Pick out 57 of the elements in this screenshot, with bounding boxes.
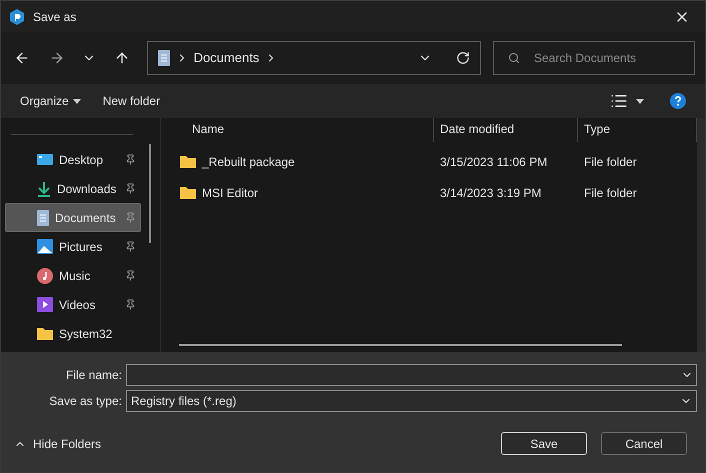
caret-icon <box>72 98 81 104</box>
picture-icon <box>37 239 53 254</box>
column-header[interactable]: Name <box>161 118 434 142</box>
date-cell-text: 3/15/2023 11:06 PM <box>439 154 548 170</box>
column-header[interactable]: Date modified <box>434 118 578 142</box>
view-options-button[interactable] <box>610 92 644 110</box>
sidebar-label: Videos <box>59 296 96 314</box>
folder-icon <box>180 186 196 199</box>
folder-icon <box>180 155 196 168</box>
video-icon <box>37 297 53 312</box>
arrow-left-icon <box>14 50 30 66</box>
type-cell-text: File folder <box>583 154 637 170</box>
save-type-label: Save as type: <box>48 393 122 410</box>
sidebar-item[interactable]: Music <box>5 261 141 290</box>
save-button[interactable]: Save <box>501 432 587 455</box>
monitor-icon <box>37 152 53 166</box>
breadcrumb[interactable]: Documents <box>194 48 260 68</box>
date-cell-text: 3/14/2023 3:19 PM <box>439 184 542 202</box>
file-name: _Rebuilt package <box>202 154 295 170</box>
sidebar-label: Music <box>59 268 90 284</box>
sidebar-item[interactable]: Documents <box>5 203 141 232</box>
music-note-icon <box>37 268 53 284</box>
file-name-label: File name: <box>64 367 122 384</box>
folder-icon <box>37 327 53 340</box>
new-folder-button[interactable]: New folder <box>102 92 160 110</box>
sidebar-label: Documents <box>55 210 116 226</box>
organize-menu[interactable]: Organize <box>20 92 81 110</box>
file-name: MSI Editor <box>202 184 258 202</box>
sidebar-label: Downloads <box>57 180 116 198</box>
sidebar-item[interactable]: Videos <box>5 290 141 319</box>
hide-folders-button[interactable]: Hide Folders <box>14 434 102 452</box>
search-field[interactable]: Search Documents <box>493 41 695 75</box>
cancel-button[interactable]: Cancel <box>601 432 687 455</box>
address-bar[interactable]: Documents <box>146 41 481 75</box>
download-icon <box>37 180 51 196</box>
list-view-icon <box>610 92 628 110</box>
window-title: Save as <box>33 8 76 26</box>
sidebar-item[interactable]: Downloads <box>5 174 141 203</box>
sidebar-item[interactable]: Pictures <box>5 232 141 261</box>
sidebar-item[interactable]: System32 <box>5 319 141 348</box>
type-cell-text: File folder <box>583 184 637 202</box>
app-logo-icon <box>9 8 25 24</box>
document-icon <box>37 210 49 226</box>
sidebar-label: Desktop <box>59 152 104 168</box>
save-type-value: Registry files (*.reg) <box>131 393 238 410</box>
file-row[interactable]: _Rebuilt package 3/15/2023 11:06 PM File folder <box>161 146 697 177</box>
sidebar-label: Pictures <box>59 238 102 256</box>
refresh-icon[interactable] <box>456 51 470 65</box>
search-icon <box>508 52 520 64</box>
help-icon[interactable] <box>670 93 686 109</box>
file-row[interactable]: MSI Editor 3/14/2023 3:19 PM File folder <box>161 177 697 208</box>
save-type-dropdown[interactable]: Registry files (*.reg) <box>126 390 697 412</box>
caret-icon <box>636 98 644 104</box>
file-name-field[interactable] <box>126 364 697 386</box>
sidebar-label: System32 <box>59 326 112 342</box>
sidebar-item[interactable]: Desktop <box>5 145 141 174</box>
document-icon <box>158 50 170 66</box>
